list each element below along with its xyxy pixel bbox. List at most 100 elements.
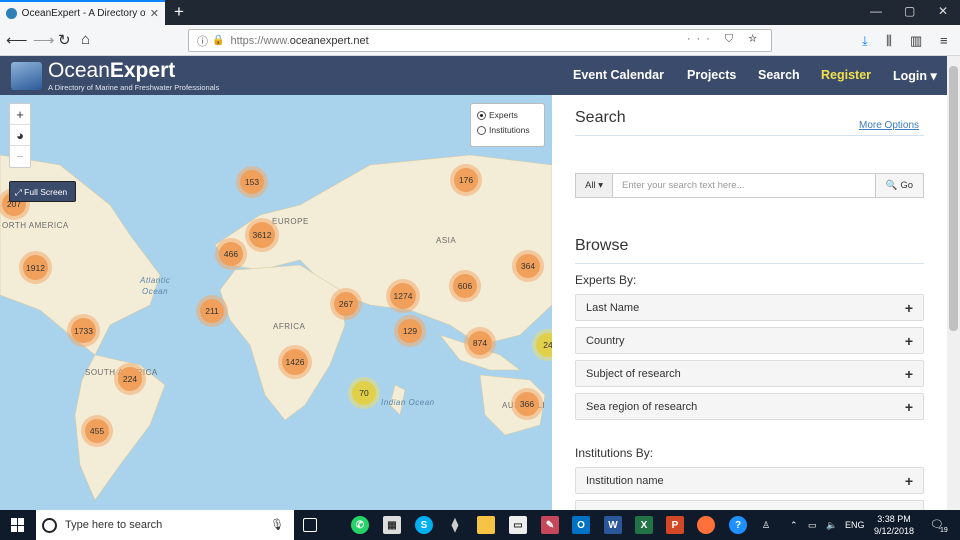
tray-chevron-icon[interactable]: ⌃ — [790, 520, 798, 531]
map-cluster[interactable]: 1733 — [71, 318, 96, 343]
taskbar-search-box[interactable]: Type here to search 🎙 — [36, 510, 294, 540]
back-icon[interactable]: ⟵ — [6, 31, 28, 49]
people-icon[interactable]: ♙ — [762, 520, 770, 531]
map-cluster[interactable]: 1912 — [23, 255, 48, 280]
library-icon[interactable]: ⫼ — [886, 33, 892, 49]
map-cluster[interactable]: 874 — [468, 331, 492, 355]
battery-icon[interactable]: ▭ — [808, 520, 817, 531]
excel-icon[interactable]: X — [635, 516, 653, 534]
go-button[interactable]: 🔍 Go — [875, 174, 923, 197]
expand-plus-icon: + — [904, 473, 913, 489]
store-icon[interactable]: ⧫ — [446, 516, 464, 534]
page-scrollbar[interactable] — [947, 56, 960, 510]
browse-institution-name[interactable]: Institution name + — [575, 467, 924, 494]
map-cluster[interactable]: 1426 — [282, 349, 308, 375]
map-cluster[interactable]: 153 — [240, 170, 264, 194]
search-input[interactable]: Enter your search text here... — [613, 174, 875, 197]
scrollbar-thumb[interactable] — [949, 66, 958, 331]
system-clock[interactable]: 3:38 PM 9/12/2018 — [870, 513, 918, 537]
label-north-america: ORTH AMERICA — [2, 221, 69, 230]
nav-projects[interactable]: Projects — [687, 68, 736, 82]
browse-country[interactable]: Country + — [575, 327, 924, 354]
site-favicon-icon — [6, 8, 17, 19]
new-tab-button[interactable]: + — [174, 2, 184, 22]
label-atlantic: Atlantic — [140, 276, 171, 285]
address-bar[interactable]: ⓘ 🔒 https://www. oceanexpert.net ··· ⛉ ☆ — [188, 29, 772, 52]
label-ocean: Ocean — [142, 287, 169, 296]
page-actions-icons[interactable]: ··· ⛉ ☆ — [687, 33, 763, 46]
site-logo-text[interactable]: OceanExpert — [48, 60, 175, 82]
map-cluster[interactable]: 176 — [454, 168, 478, 192]
globe-icon[interactable]: ◕ — [10, 125, 30, 146]
close-tab-icon[interactable]: ✕ — [150, 7, 159, 20]
label-europe: EUROPE — [272, 217, 309, 226]
calendar-app-icon[interactable]: ▦ — [383, 516, 401, 534]
info-icon[interactable]: ⓘ — [197, 33, 208, 49]
help-icon[interactable]: ? — [729, 516, 747, 534]
nav-event-calendar[interactable]: Event Calendar — [573, 68, 664, 82]
map-cluster[interactable]: 70 — [352, 381, 376, 405]
volume-icon[interactable]: 🔈 — [826, 520, 837, 531]
menu-icon[interactable]: ≡ — [940, 33, 948, 48]
skype-icon[interactable]: S — [415, 516, 433, 534]
oceanexpert-logo-icon[interactable] — [11, 62, 42, 90]
expand-plus-icon: + — [904, 366, 913, 382]
map-cluster[interactable]: 211 — [200, 299, 224, 323]
minimize-button[interactable]: — — [870, 4, 882, 18]
nav-login[interactable]: Login ▾ — [893, 68, 937, 83]
map-cluster[interactable]: 267 — [334, 292, 358, 316]
paint-icon[interactable]: ✎ — [541, 516, 559, 534]
site-header: OceanExpert A Directory of Marine and Fr… — [0, 56, 947, 95]
windows-start-icon[interactable] — [11, 518, 25, 532]
map-cluster[interactable]: 455 — [85, 419, 109, 443]
more-options-link[interactable]: More Options — [859, 120, 919, 131]
expand-plus-icon: + — [904, 399, 913, 415]
sidebar-icon[interactable]: ▥ — [910, 33, 922, 49]
close-window-button[interactable]: ✕ — [938, 4, 948, 18]
language-indicator[interactable]: ENG — [845, 520, 865, 530]
map-cluster[interactable]: 129 — [398, 319, 422, 343]
browse-subject[interactable]: Subject of research + — [575, 360, 924, 387]
browse-sea-region[interactable]: Sea region of research + — [575, 393, 924, 420]
map-cluster[interactable]: 1274 — [390, 283, 416, 309]
map-cluster[interactable]: 606 — [453, 274, 477, 298]
browse-last-name[interactable]: Last Name + — [575, 294, 924, 321]
reload-icon[interactable]: ↻ — [58, 31, 71, 49]
microphone-icon[interactable]: 🎙 — [270, 518, 284, 531]
whatsapp-icon[interactable]: ✆ — [351, 516, 369, 534]
firefox-icon[interactable] — [697, 516, 715, 534]
zoom-in-button[interactable]: + — [10, 104, 30, 125]
maximize-button[interactable]: ▢ — [904, 4, 915, 18]
browser-tab-bar: OceanExpert - A Directory of M ✕ + — ▢ ✕ — [0, 0, 960, 25]
map-cluster[interactable]: 364 — [516, 254, 540, 278]
nav-register[interactable]: Register — [821, 68, 871, 82]
map-cluster[interactable]: 466 — [219, 242, 243, 266]
divider — [575, 135, 924, 136]
map-cluster[interactable]: 3612 — [249, 222, 275, 248]
institutions-radio[interactable]: Institutions — [477, 125, 538, 135]
nav-search[interactable]: Search — [758, 68, 800, 82]
powerpoint-icon[interactable]: P — [666, 516, 684, 534]
map-mode-toggle: Experts Institutions — [470, 103, 545, 147]
browse-heading: Browse — [575, 237, 629, 254]
map-cluster[interactable]: 366 — [515, 392, 539, 416]
zoom-out-button[interactable]: − — [10, 146, 30, 167]
expand-plus-icon: + — [904, 333, 913, 349]
experts-radio[interactable]: Experts — [477, 110, 538, 120]
label-africa: AFRICA — [273, 322, 306, 331]
map-cluster[interactable]: 224 — [118, 367, 142, 391]
task-view-icon[interactable] — [303, 518, 317, 532]
file-explorer-icon[interactable] — [477, 516, 495, 534]
search-scope-dropdown[interactable]: All ▾ — [576, 174, 613, 197]
search-icon: 🔍 — [885, 180, 901, 191]
home-icon[interactable]: ⌂ — [81, 31, 90, 48]
word-icon[interactable]: W — [604, 516, 622, 534]
download-icon[interactable]: ⤓ — [862, 33, 868, 49]
browser-tab[interactable]: OceanExpert - A Directory of M ✕ — [0, 0, 165, 25]
windows-taskbar: Type here to search 🎙 ✆ ▦ S ⧫ ▭ ✎ O W X … — [0, 510, 960, 540]
fullscreen-button[interactable]: ⤢ Full Screen — [9, 181, 76, 202]
forward-icon[interactable]: ⟶ — [33, 31, 55, 49]
app-icon[interactable]: ▭ — [509, 516, 527, 534]
outlook-icon[interactable]: O — [572, 516, 590, 534]
world-map[interactable]: ORTH AMERICA EUROPE ASIA AFRICA SOUTH AM… — [0, 95, 552, 510]
